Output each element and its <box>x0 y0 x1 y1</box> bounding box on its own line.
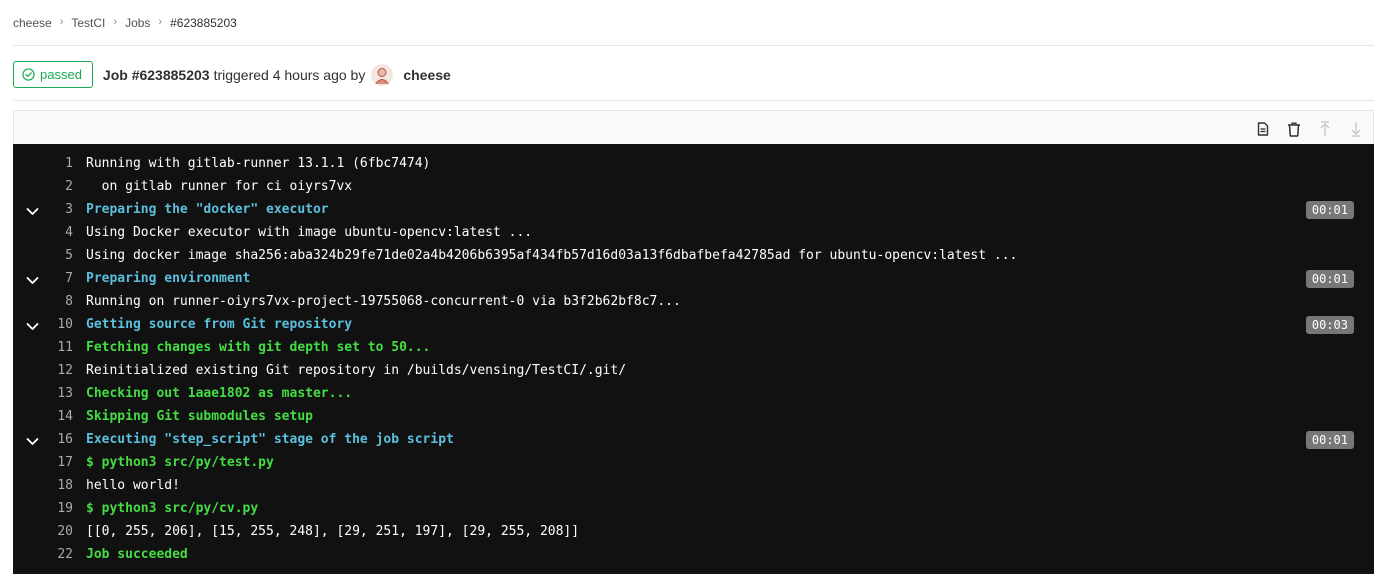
log-line-text: $ python3 src/py/cv.py <box>86 501 259 516</box>
breadcrumb-item-current-job: #623885203 <box>170 16 237 30</box>
log-section-header[interactable]: 7 Preparing environment 00:01 <box>13 267 1374 290</box>
chevron-right-icon: › <box>113 16 118 28</box>
divider <box>13 45 1374 46</box>
log-section-header[interactable]: 16 Executing "step_script" stage of the j… <box>13 428 1374 451</box>
log-line-text: Preparing environment <box>86 271 251 286</box>
scroll-top-icon[interactable] <box>1316 120 1334 138</box>
line-number[interactable]: 12 <box>13 359 73 382</box>
line-number[interactable]: 18 <box>13 474 73 497</box>
log-line-text: Checking out 1aae1802 as master... <box>86 386 353 401</box>
scroll-bottom-icon[interactable] <box>1347 120 1365 138</box>
log-line-text: Preparing the "docker" executor <box>86 202 329 217</box>
log-line: 12 Reinitialized existing Git repository … <box>13 359 1374 382</box>
log-line: 5 Using docker image sha256:aba324b29fe71… <box>13 244 1374 267</box>
breadcrumb-item-group[interactable]: cheese <box>13 16 52 30</box>
line-number[interactable]: 1 <box>13 152 73 175</box>
status-label: passed <box>40 67 82 82</box>
log-line-text: hello world! <box>86 478 180 493</box>
line-number[interactable]: 11 <box>13 336 73 359</box>
log-section-header[interactable]: 10 Getting source from Git repository 00:0… <box>13 313 1374 336</box>
line-number[interactable]: 20 <box>13 520 73 543</box>
log-line-text: Job succeeded <box>86 547 188 562</box>
user-name-link[interactable]: cheese <box>403 67 450 83</box>
job-header: passed Job #623885203 triggered 4 hours … <box>13 61 451 88</box>
log-line-text: Getting source from Git repository <box>86 317 353 332</box>
line-number[interactable]: 4 <box>13 221 73 244</box>
section-duration-badge: 00:03 <box>1305 316 1354 334</box>
status-badge[interactable]: passed <box>13 61 93 88</box>
log-line-text: Skipping Git submodules setup <box>86 409 313 424</box>
log-line-text: Using docker image sha256:aba324b29fe71d… <box>86 248 1018 263</box>
section-duration-badge: 00:01 <box>1305 201 1354 219</box>
line-number[interactable]: 7 <box>13 267 73 290</box>
section-duration-badge: 00:01 <box>1305 431 1354 449</box>
log-line-text: Using Docker executor with image ubuntu-… <box>86 225 533 240</box>
log-section-header[interactable]: 3 Preparing the "docker" executor 00:01 <box>13 198 1374 221</box>
line-number[interactable]: 8 <box>13 290 73 313</box>
log-line: 4 Using Docker executor with image ubuntu… <box>13 221 1374 244</box>
log-line: 19 $ python3 src/py/cv.py <box>13 497 1374 520</box>
line-number[interactable]: 10 <box>13 313 73 336</box>
log-line-text: [[0, 255, 206], [15, 255, 248], [29, 251… <box>86 524 580 539</box>
line-number[interactable]: 16 <box>13 428 73 451</box>
line-number[interactable]: 13 <box>13 382 73 405</box>
job-title: Job #623885203 <box>102 66 210 83</box>
log-line-text: Running with gitlab-runner 13.1.1 (6fbc7… <box>86 156 431 171</box>
breadcrumb-item-jobs[interactable]: Jobs <box>125 16 150 30</box>
log-line: 14 Skipping Git submodules setup <box>13 405 1374 428</box>
divider <box>13 100 1374 101</box>
log-line: 17 $ python3 src/py/test.py <box>13 451 1374 474</box>
log-line: 11 Fetching changes with git depth set to… <box>13 336 1374 359</box>
line-number[interactable]: 5 <box>13 244 73 267</box>
job-log[interactable]: 1 Running with gitlab-runner 13.1.1 (6fbc… <box>13 144 1374 574</box>
log-line-text: $ python3 src/py/test.py <box>86 455 274 470</box>
log-line: 13 Checking out 1aae1802 as master... <box>13 382 1374 405</box>
line-number[interactable]: 19 <box>13 497 73 520</box>
log-line-text: Reinitialized existing Git repository in… <box>86 363 627 378</box>
breadcrumb: cheese › TestCI › Jobs › #623885203 <box>13 15 237 31</box>
log-line: 8 Running on runner-oiyrs7vx-project-1975… <box>13 290 1374 313</box>
log-line: 1 Running with gitlab-runner 13.1.1 (6fbc… <box>13 152 1374 175</box>
chevron-right-icon: › <box>59 16 64 28</box>
status-success-icon <box>22 68 35 81</box>
log-line-text: Executing "step_script" stage of the job… <box>86 432 454 447</box>
line-number[interactable]: 22 <box>13 543 73 566</box>
section-duration-badge: 00:01 <box>1305 270 1354 288</box>
line-number[interactable]: 2 <box>13 175 73 198</box>
raw-log-icon[interactable] <box>1254 120 1272 138</box>
log-line-text: Running on runner-oiyrs7vx-project-19755… <box>86 294 681 309</box>
log-line-text: Fetching changes with git depth set to 5… <box>86 340 431 355</box>
line-number[interactable]: 17 <box>13 451 73 474</box>
line-number[interactable]: 3 <box>13 198 73 221</box>
log-line: 2 on gitlab runner for ci oiyrs7vx <box>13 175 1374 198</box>
log-line-text: on gitlab runner for ci oiyrs7vx <box>86 179 353 194</box>
log-toolbar <box>13 110 1374 144</box>
erase-log-icon[interactable] <box>1285 120 1303 138</box>
chevron-right-icon: › <box>158 16 163 28</box>
line-number[interactable]: 14 <box>13 405 73 428</box>
avatar[interactable] <box>371 63 394 86</box>
log-line: 20 [[0, 255, 206], [15, 255, 248], [29, 2… <box>13 520 1374 543</box>
triggered-text: triggered 4 hours ago by <box>213 66 366 83</box>
log-line: 18 hello world! <box>13 474 1374 497</box>
log-line: 22 Job succeeded <box>13 543 1374 566</box>
breadcrumb-item-project[interactable]: TestCI <box>71 16 105 30</box>
